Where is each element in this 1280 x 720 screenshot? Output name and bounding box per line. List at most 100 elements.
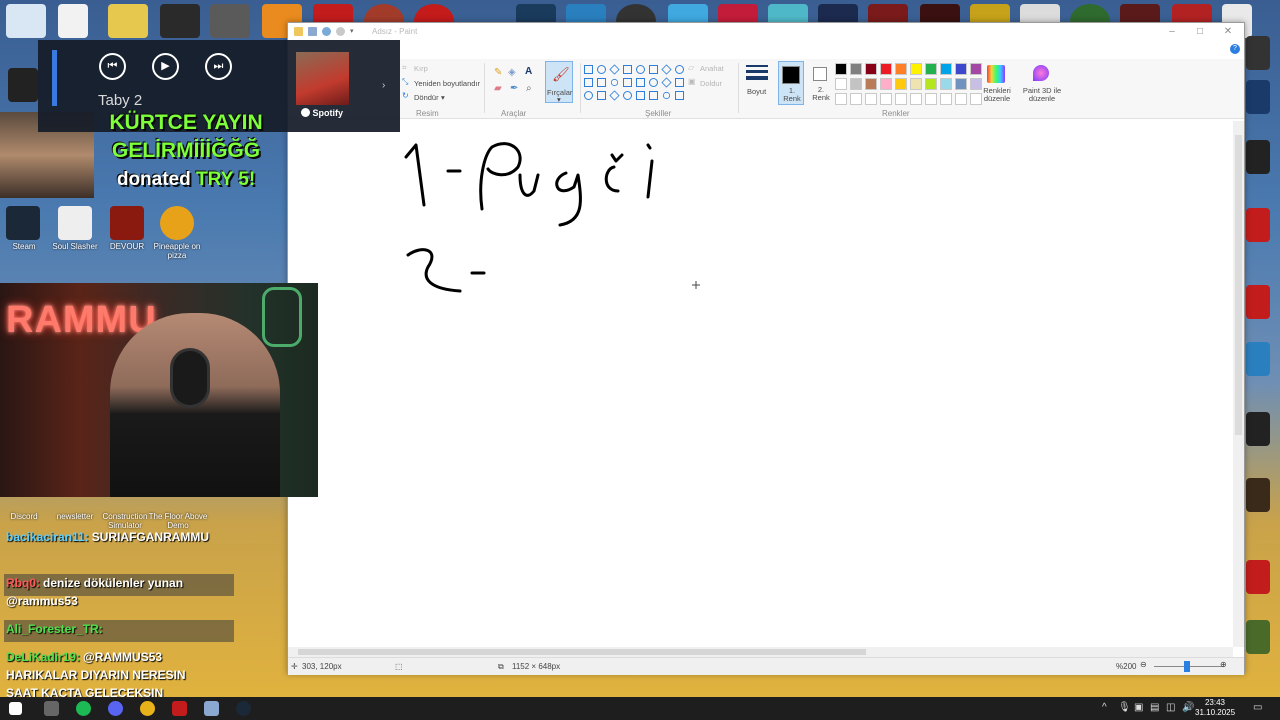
recycle-bin-icon[interactable] xyxy=(6,4,46,38)
close-icon[interactable]: ✕ xyxy=(1220,26,1236,37)
brushes-button[interactable]: 🖌 Fırçalar ▾ xyxy=(545,61,573,104)
shape-item[interactable] xyxy=(636,91,645,100)
fill-shape-icon[interactable]: ▣ xyxy=(688,77,696,86)
zoom-in-icon[interactable]: ⊕ xyxy=(1220,660,1227,669)
palette-swatch[interactable] xyxy=(925,78,937,90)
palette-custom-swatch[interactable] xyxy=(835,93,847,105)
palette-custom-swatch[interactable] xyxy=(955,93,967,105)
shape-item[interactable] xyxy=(584,91,593,100)
right-icon-9[interactable] xyxy=(1246,560,1270,594)
shape-item[interactable] xyxy=(584,78,593,87)
shape-item[interactable] xyxy=(636,65,645,74)
shape-item[interactable] xyxy=(609,64,620,75)
palette-swatch[interactable] xyxy=(910,78,922,90)
crop-icon[interactable]: ⌗ xyxy=(402,63,407,73)
start-icon[interactable] xyxy=(9,702,22,715)
shape-item[interactable] xyxy=(623,65,632,74)
palette-custom-swatch[interactable] xyxy=(895,93,907,105)
shape-item[interactable] xyxy=(661,77,672,88)
undo-icon[interactable] xyxy=(322,27,331,36)
shape-item[interactable] xyxy=(623,91,632,100)
palette-swatch[interactable] xyxy=(895,63,907,75)
horizontal-scroll-thumb[interactable] xyxy=(298,649,866,655)
notifications-icon[interactable]: ▭ xyxy=(1253,702,1262,713)
paint-taskbar-icon[interactable] xyxy=(204,701,219,716)
magnifier-icon[interactable]: ⌕ xyxy=(526,83,532,94)
media-expand-icon[interactable]: › xyxy=(382,80,385,91)
next-track-icon[interactable]: ⏭ xyxy=(205,53,232,80)
rotate-dropdown-icon[interactable]: ▾ xyxy=(441,93,445,102)
shape-item[interactable] xyxy=(584,65,593,74)
edit-colors-icon[interactable] xyxy=(987,65,1005,83)
resize-icon[interactable]: ⤡ xyxy=(402,77,408,87)
maximize-icon[interactable]: □ xyxy=(1192,26,1208,37)
vertical-scrollbar[interactable] xyxy=(1233,121,1244,647)
title-bar[interactable]: ▾ Adsız - Paint – □ ✕ xyxy=(288,23,1244,41)
rotate-icon[interactable]: ↻ xyxy=(402,91,409,100)
color1-button[interactable]: 1. Renk xyxy=(778,61,804,105)
tray-icon-1[interactable]: ▣ xyxy=(1134,702,1143,713)
palette-swatch[interactable] xyxy=(850,78,862,90)
fill-icon[interactable]: ◈ xyxy=(508,67,516,78)
right-icon-2[interactable] xyxy=(1246,80,1270,114)
palette-custom-swatch[interactable] xyxy=(940,93,952,105)
soul-slasher-icon[interactable] xyxy=(58,206,92,240)
shape-item[interactable] xyxy=(636,78,645,87)
shape-item[interactable] xyxy=(649,91,658,100)
shape-item[interactable] xyxy=(649,78,658,87)
palette-swatch[interactable] xyxy=(925,63,937,75)
palette-custom-swatch[interactable] xyxy=(925,93,937,105)
text-icon[interactable]: A xyxy=(525,66,532,77)
chrome-taskbar-icon[interactable] xyxy=(140,701,155,716)
right-icon-6[interactable] xyxy=(1246,342,1270,376)
shape-item[interactable] xyxy=(609,90,620,101)
skull-icon[interactable] xyxy=(160,4,200,38)
right-icon-8[interactable] xyxy=(1246,478,1270,512)
taskbar-icon-1[interactable] xyxy=(44,701,59,716)
right-icon-10[interactable] xyxy=(1246,620,1270,654)
zoom-slider-thumb[interactable] xyxy=(1184,661,1190,672)
help-icon[interactable]: ? xyxy=(1230,44,1240,54)
network-icon[interactable]: ◫ xyxy=(1166,702,1175,713)
zoom-out-icon[interactable]: ⊖ xyxy=(1140,660,1147,669)
color-picker-icon[interactable]: ✒ xyxy=(510,83,518,94)
palette-swatch[interactable] xyxy=(850,63,862,75)
palette-custom-swatch[interactable] xyxy=(850,93,862,105)
previous-track-icon[interactable]: ⏮ xyxy=(99,53,126,80)
qat-dropdown-icon[interactable]: ▾ xyxy=(350,27,359,36)
paint3d-icon[interactable] xyxy=(1033,65,1049,81)
play-icon[interactable]: ▶ xyxy=(152,53,179,80)
microphone-icon[interactable]: 🎙 xyxy=(1118,702,1131,713)
eraser-icon[interactable]: ▰ xyxy=(494,83,502,94)
drawing-canvas[interactable] xyxy=(288,121,1233,647)
shape-item[interactable] xyxy=(675,78,684,87)
fill-button[interactable]: Doldur xyxy=(700,79,722,88)
palette-swatch[interactable] xyxy=(955,78,967,90)
outline-icon[interactable]: ▱ xyxy=(688,63,694,72)
crop-button[interactable]: Kırp xyxy=(414,64,428,73)
right-icon-5[interactable] xyxy=(1246,285,1270,319)
shape-item[interactable] xyxy=(609,77,620,88)
tray-expand-icon[interactable]: ^ xyxy=(1102,702,1107,713)
pencil-icon[interactable]: ✎ xyxy=(494,67,502,78)
palette-swatch[interactable] xyxy=(880,63,892,75)
save-icon[interactable] xyxy=(308,27,317,36)
palette-swatch[interactable] xyxy=(970,78,982,90)
palette-swatch[interactable] xyxy=(865,78,877,90)
shape-item[interactable] xyxy=(661,64,672,75)
palette-custom-swatch[interactable] xyxy=(910,93,922,105)
vertical-scroll-thumb[interactable] xyxy=(1235,135,1242,435)
palette-swatch[interactable] xyxy=(970,63,982,75)
truck-game-icon[interactable] xyxy=(210,4,250,38)
right-icon-3[interactable] xyxy=(1246,140,1270,174)
palette-swatch[interactable] xyxy=(955,63,967,75)
document-icon[interactable] xyxy=(58,4,88,38)
palette-swatch[interactable] xyxy=(895,78,907,90)
minimize-icon[interactable]: – xyxy=(1164,26,1180,37)
shape-item[interactable] xyxy=(675,91,684,100)
horizontal-scrollbar[interactable] xyxy=(288,647,1233,657)
outline-button[interactable]: Anahat xyxy=(700,64,724,73)
palette-swatch[interactable] xyxy=(865,63,877,75)
palette-swatch[interactable] xyxy=(835,78,847,90)
steam-taskbar-icon[interactable] xyxy=(236,701,251,716)
